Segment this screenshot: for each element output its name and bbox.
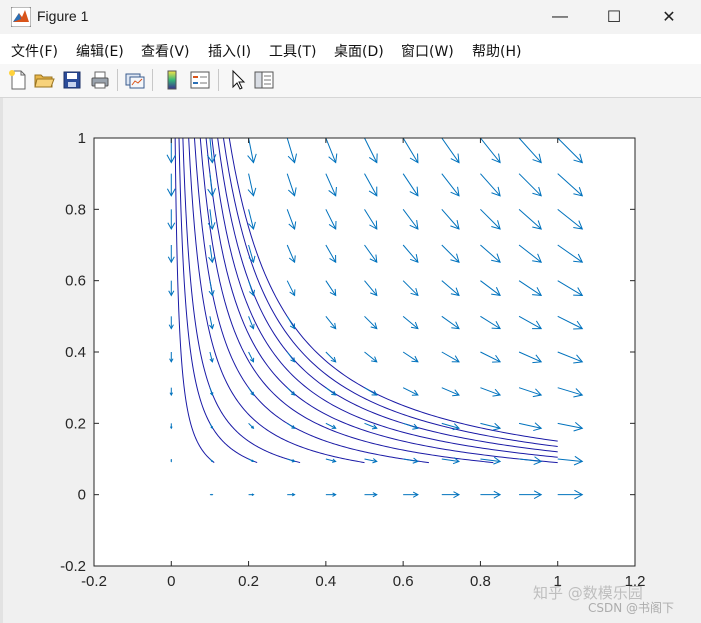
x-tick-label: 0 — [167, 573, 175, 590]
x-tick-label: 0.8 — [470, 573, 491, 590]
y-tick-label: 0.8 — [65, 201, 86, 218]
y-tick-label: 0.2 — [65, 415, 86, 432]
x-tick-label: 0.4 — [315, 573, 336, 590]
y-tick-label: -0.2 — [60, 558, 86, 575]
y-tick-label: 0 — [78, 487, 86, 504]
quiver-arrowhead — [211, 493, 214, 496]
x-tick-label: 0.6 — [393, 573, 414, 590]
x-tick-label: 0.2 — [238, 573, 259, 590]
y-tick-label: 0.6 — [65, 273, 86, 290]
quiver-arrowhead — [170, 460, 173, 463]
y-tick-label: 0.4 — [65, 344, 86, 361]
quiver-plot: -0.2 0 0.2 0.4 0.6 0.8 1 1.2-0.200.20.40.60.81 — [60, 130, 645, 590]
x-tick-label: -0.2 — [81, 573, 107, 590]
watermark-csdn: CSDN @书阁下 — [588, 601, 675, 615]
y-tick-label: 1 — [78, 130, 86, 147]
